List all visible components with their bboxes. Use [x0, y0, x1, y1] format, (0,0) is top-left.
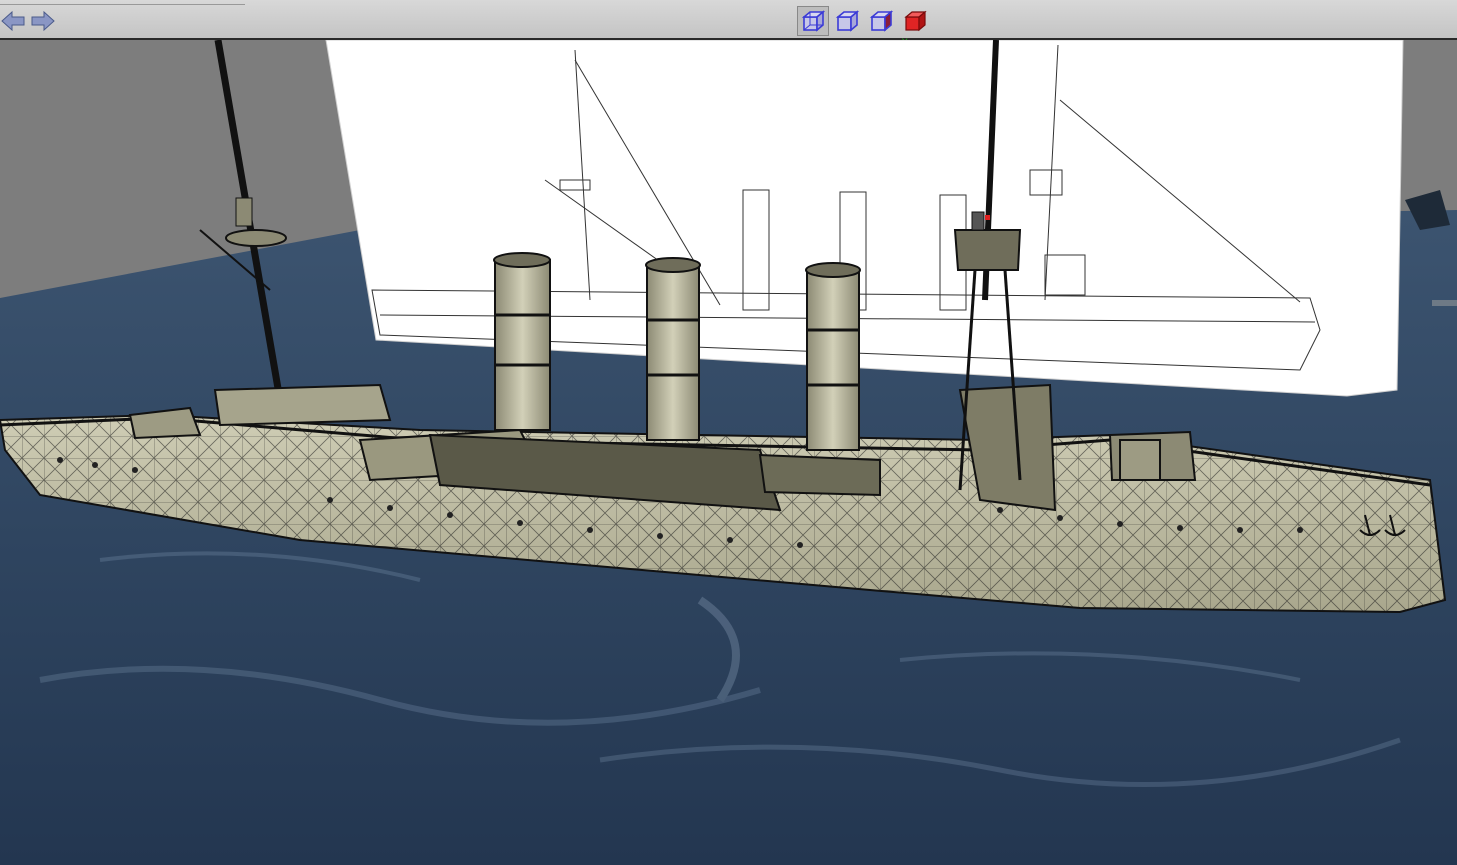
- funnel-2: [645, 257, 701, 441]
- solid-view-button[interactable]: [899, 6, 931, 36]
- 3d-viewport[interactable]: [0, 40, 1457, 865]
- viewport-toolbar: [0, 0, 1457, 40]
- funnel-3: [805, 262, 861, 451]
- solid-cube-icon: [904, 10, 927, 32]
- scene-canvas: [0, 40, 1457, 865]
- funnel-1: [493, 252, 551, 431]
- wire-cube-icon: [835, 10, 860, 32]
- back-arrow-icon[interactable]: [0, 8, 26, 34]
- perspective-view-button[interactable]: [797, 6, 829, 36]
- view-mode-buttons: [797, 6, 931, 36]
- wire-cube-icon: [869, 10, 894, 32]
- reference-image-plane: [325, 40, 1404, 397]
- modeling-app: Y: [0, 0, 1457, 865]
- forward-arrow-icon[interactable]: [30, 8, 56, 34]
- toolbar-top-divider: [0, 0, 245, 5]
- wire-cube-icon: [801, 10, 826, 32]
- side-view-button[interactable]: [865, 6, 897, 36]
- front-view-button[interactable]: [831, 6, 863, 36]
